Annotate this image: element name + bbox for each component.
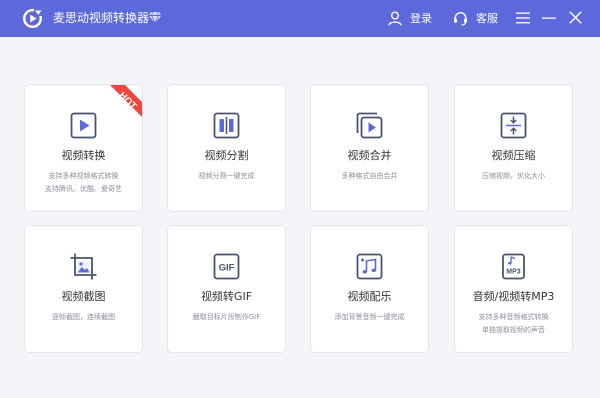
close-icon[interactable] [569, 11, 582, 24]
card-description: 支持多种视频格式转换 支持腾讯、优酷、爱奇艺 [45, 172, 122, 193]
music-icon [356, 253, 383, 280]
video-split-card[interactable]: 视频分割 视频分割一键完成 [167, 84, 286, 212]
user-icon[interactable] [388, 11, 402, 26]
card-description: 压缩视频，优化大小 [482, 172, 545, 180]
video-convert-card[interactable]: 视频转换 支持多种视频格式转换 支持腾讯、优酷、爱奇艺 HOT [24, 84, 143, 212]
split-icon [213, 112, 240, 139]
card-title: 视频转GIF [200, 290, 253, 303]
screenshot-icon [70, 253, 97, 280]
card-title: 视频配乐 [347, 290, 392, 303]
video-to-gif-card[interactable]: GIF 视频转GIF 截取目标片段制作GIF [167, 225, 286, 353]
headset-icon[interactable] [453, 11, 468, 26]
mp3-icon: MP3 [502, 253, 525, 280]
card-description: 多种格式自由合并 [341, 172, 398, 180]
card-title: 音频/视频转MP3 [472, 290, 555, 303]
title-bar: 麦思动视频转换器 登录 客服 [0, 0, 600, 37]
customer-service-link[interactable]: 客服 [476, 12, 498, 26]
app-logo-icon [22, 8, 43, 29]
card-title: 视频截图 [61, 290, 106, 303]
card-description: 视频分割一键完成 [198, 172, 255, 180]
video-soundtrack-card[interactable]: 视频配乐 添加背景音频一键完成 [310, 225, 429, 353]
card-description: 截取目标片段制作GIF [192, 313, 261, 321]
video-merge-card[interactable]: 视频合并 多种格式自由合并 [310, 84, 429, 212]
vip-diamond-icon[interactable] [148, 11, 162, 24]
compress-icon [500, 112, 527, 139]
menu-icon[interactable] [516, 12, 530, 24]
hot-ribbon: HOT [110, 85, 142, 117]
card-title: 视频合并 [347, 149, 392, 162]
video-screenshot-card[interactable]: 视频截图 逐帧截图，连续截图 [24, 225, 143, 353]
card-description: 逐帧截图，连续截图 [52, 313, 115, 321]
login-link[interactable]: 登录 [410, 12, 432, 26]
play-icon [70, 112, 97, 139]
audio-video-to-mp3-card[interactable]: MP3 音频/视频转MP3 支持多种音频格式转换 单独提取视频的声音 [454, 225, 573, 353]
card-title: 视频压缩 [491, 149, 536, 162]
merge-icon [356, 112, 383, 139]
card-description: 支持多种音频格式转换 单独提取视频的声音 [478, 313, 549, 334]
gif-icon-text: GIF [219, 263, 235, 274]
card-title: 视频分割 [204, 149, 249, 162]
gif-icon: GIF [213, 253, 240, 280]
video-compress-card[interactable]: 视频压缩 压缩视频，优化大小 [454, 84, 573, 212]
minimize-icon[interactable] [542, 12, 556, 24]
app-title: 麦思动视频转换器 [53, 11, 150, 25]
card-title: 视频转换 [61, 149, 106, 162]
mp3-icon-text: MP3 [506, 269, 521, 276]
card-description: 添加背景音频一键完成 [334, 313, 405, 321]
